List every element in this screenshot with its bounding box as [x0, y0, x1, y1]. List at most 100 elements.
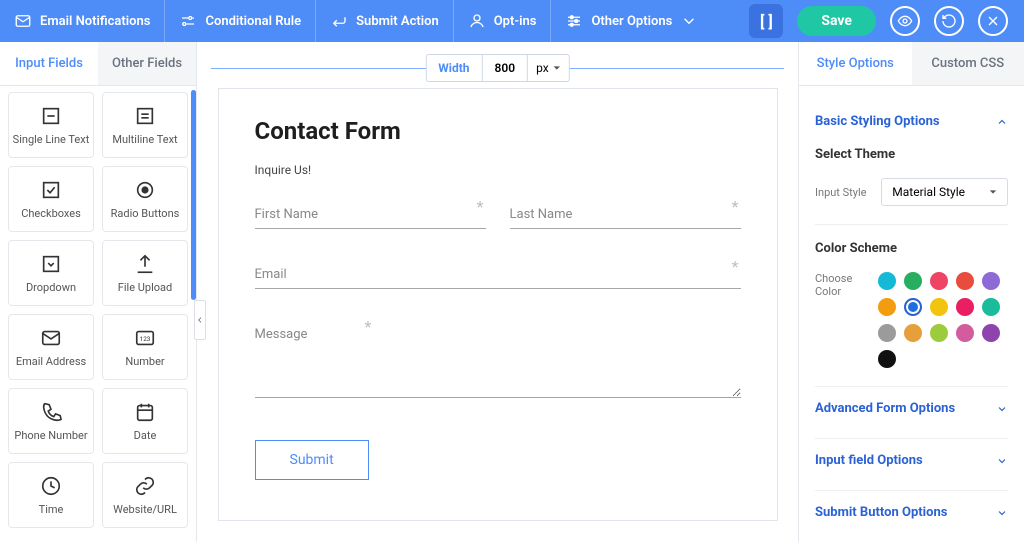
- field-type-email-address[interactable]: Email Address: [8, 314, 94, 380]
- tab-input-fields[interactable]: Input Fields: [0, 42, 98, 85]
- top-label: Submit Action: [356, 14, 439, 29]
- section-submit-button-options[interactable]: Submit Button Options: [815, 490, 1008, 534]
- field-type-radio-buttons[interactable]: Radio Buttons: [102, 166, 188, 232]
- select-theme-label: Select Theme: [815, 147, 1008, 162]
- input-style-select[interactable]: Material Style: [881, 178, 1008, 206]
- color-swatch[interactable]: [956, 298, 974, 316]
- collapse-left-toggle[interactable]: [194, 300, 206, 340]
- color-swatch[interactable]: [956, 272, 974, 290]
- tab-other-fields[interactable]: Other Fields: [98, 42, 196, 85]
- field-type-label: Email Address: [16, 355, 86, 368]
- color-swatches: [878, 272, 1008, 368]
- mail-icon: [40, 327, 62, 349]
- top-conditional-rule[interactable]: Conditional Rule: [165, 0, 316, 42]
- left-panel: Input Fields Other Fields Single Line Te…: [0, 42, 197, 542]
- submit-button[interactable]: Submit: [255, 440, 369, 480]
- chevron-down-icon: [996, 507, 1008, 519]
- field-type-single-line-text[interactable]: Single Line Text: [8, 92, 94, 158]
- color-swatch[interactable]: [982, 324, 1000, 342]
- field-type-phone-number[interactable]: Phone Number: [8, 388, 94, 454]
- chevron-left-icon: [196, 314, 204, 326]
- reload-button[interactable]: [934, 6, 964, 36]
- section-input-field-options[interactable]: Input field Options: [815, 438, 1008, 482]
- phone-icon: [40, 401, 62, 423]
- field-type-website-url[interactable]: Website/URL: [102, 462, 188, 528]
- color-swatch[interactable]: [956, 324, 974, 342]
- close-button[interactable]: [978, 6, 1008, 36]
- field-type-file-upload[interactable]: File Upload: [102, 240, 188, 306]
- save-button[interactable]: Save: [797, 6, 876, 36]
- color-swatch[interactable]: [904, 272, 922, 290]
- width-unit[interactable]: px: [528, 55, 569, 81]
- field-type-label: Time: [39, 503, 64, 516]
- input-line[interactable]: [510, 228, 741, 229]
- top-submit-action[interactable]: Submit Action: [316, 0, 454, 42]
- tab-custom-css[interactable]: Custom CSS: [912, 42, 1024, 85]
- label-first-name: First Name: [255, 207, 319, 222]
- clock-icon: [40, 475, 62, 497]
- field-type-checkboxes[interactable]: Checkboxes: [8, 166, 94, 232]
- color-swatch[interactable]: [904, 298, 922, 316]
- width-control[interactable]: Width 800 px: [425, 54, 569, 82]
- color-swatch[interactable]: [878, 298, 896, 316]
- field-type-label: Checkboxes: [21, 207, 81, 220]
- top-other-options[interactable]: Other Options: [551, 0, 712, 42]
- section-advanced-form-options[interactable]: Advanced Form Options: [815, 386, 1008, 430]
- tab-style-options[interactable]: Style Options: [799, 42, 912, 85]
- top-opt-ins[interactable]: Opt-ins: [454, 0, 552, 42]
- field-first-name[interactable]: First Name *: [255, 203, 486, 229]
- box-lines-icon: [134, 105, 156, 127]
- textarea-message[interactable]: [255, 358, 741, 398]
- color-swatch[interactable]: [904, 324, 922, 342]
- top-email-notifications[interactable]: Email Notifications: [0, 0, 165, 42]
- color-swatch[interactable]: [982, 298, 1000, 316]
- field-last-name[interactable]: Last Name *: [510, 203, 741, 229]
- input-line[interactable]: [255, 288, 741, 289]
- color-swatch[interactable]: [930, 324, 948, 342]
- color-swatch[interactable]: [878, 350, 896, 368]
- preview-button[interactable]: [890, 6, 920, 36]
- calendar-icon: [134, 401, 156, 423]
- form-canvas[interactable]: Contact Form Inquire Us! First Name * La…: [218, 88, 778, 521]
- field-type-label: File Upload: [118, 281, 172, 294]
- mail-icon: [14, 12, 32, 30]
- color-swatch[interactable]: [982, 272, 1000, 290]
- field-type-number[interactable]: 123Number: [102, 314, 188, 380]
- field-type-label: Single Line Text: [13, 133, 90, 146]
- field-message[interactable]: Message *: [255, 323, 741, 402]
- color-swatch[interactable]: [930, 298, 948, 316]
- chevron-down-icon: [996, 403, 1008, 415]
- chevron-down-icon: [680, 12, 698, 30]
- shortcode-button[interactable]: [ ]: [749, 4, 783, 38]
- label-last-name: Last Name: [510, 207, 573, 222]
- scrollbar[interactable]: [191, 90, 196, 300]
- width-bar: Width 800 px: [211, 54, 784, 82]
- form-title[interactable]: Contact Form: [255, 117, 741, 145]
- width-value[interactable]: 800: [483, 55, 529, 81]
- top-label: Conditional Rule: [205, 14, 301, 29]
- input-line[interactable]: [255, 228, 486, 229]
- field-type-label: Dropdown: [26, 281, 76, 294]
- field-type-multiline-text[interactable]: Multiline Text: [102, 92, 188, 158]
- main: Input Fields Other Fields Single Line Te…: [0, 42, 1024, 542]
- field-email[interactable]: Email *: [255, 263, 741, 289]
- label-message: Message: [255, 327, 308, 342]
- field-type-label: Number: [125, 355, 164, 368]
- top-label: Other Options: [591, 14, 672, 29]
- section-basic-styling[interactable]: Basic Styling Options: [815, 104, 1008, 139]
- color-swatch[interactable]: [930, 272, 948, 290]
- field-type-date[interactable]: Date: [102, 388, 188, 454]
- topbar: Email Notifications Conditional Rule Sub…: [0, 0, 1024, 42]
- optin-icon: [468, 12, 486, 30]
- chevron-up-icon: [996, 116, 1008, 128]
- field-type-time[interactable]: Time: [8, 462, 94, 528]
- upload-icon: [134, 253, 156, 275]
- input-style-value: Material Style: [892, 185, 965, 199]
- color-swatch[interactable]: [878, 324, 896, 342]
- field-grid: Single Line Text Multiline Text Checkboxes…: [0, 86, 196, 542]
- form-subtitle[interactable]: Inquire Us!: [255, 163, 741, 177]
- style-panel: Basic Styling Options Select Theme Input…: [799, 86, 1024, 542]
- input-style-row: Input Style Material Style: [815, 178, 1008, 206]
- color-swatch[interactable]: [878, 272, 896, 290]
- field-type-dropdown[interactable]: Dropdown: [8, 240, 94, 306]
